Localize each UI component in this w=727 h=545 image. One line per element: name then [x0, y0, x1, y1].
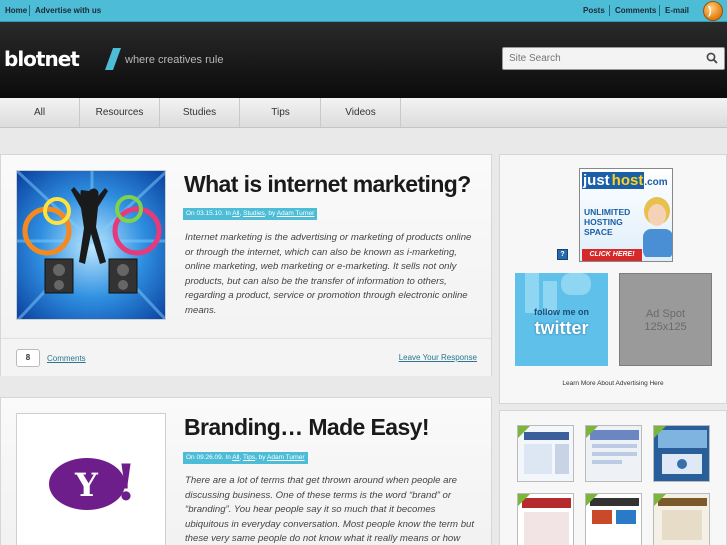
twitter-follow-ad[interactable]: follow me on twitter	[515, 273, 608, 366]
site-header: blotnet where creatives rule	[0, 22, 727, 98]
post-title[interactable]: What is internet marketing?	[184, 171, 471, 198]
meta-category-link[interactable]: Tips	[243, 454, 255, 461]
ad-spot-placeholder[interactable]: Ad Spot 125x125	[619, 273, 712, 366]
divider	[659, 5, 660, 16]
search-box	[502, 47, 725, 70]
meta-author-link[interactable]: Adam Turner	[277, 210, 315, 217]
post-meta: On 03.15.10. In All, Studies, by Adam Tu…	[183, 208, 318, 220]
post-card: Y ! Branding… Made Easy! On 09.26.09. In…	[0, 397, 492, 545]
post-excerpt: Internet marketing is the advertising or…	[185, 232, 472, 316]
leave-response-link[interactable]: Leave Your Response	[399, 353, 477, 362]
post-thumbnail[interactable]: Y !	[16, 413, 166, 545]
email-link[interactable]: E-mail	[665, 6, 689, 15]
nav-item-videos[interactable]: Videos	[321, 98, 401, 127]
rss-icon[interactable]: )	[703, 1, 723, 21]
meta-category-link[interactable]: All	[232, 454, 239, 461]
ad-model-image	[643, 197, 672, 257]
post-card: What is internet marketing? On 03.15.10.…	[0, 154, 492, 376]
twitter-line1: follow me on	[534, 307, 589, 317]
meta-sep: ,	[239, 454, 242, 461]
tagline: where creatives rule	[125, 54, 224, 66]
nav-item-tips[interactable]: Tips	[241, 98, 321, 127]
justhost-ad[interactable]: just host.com UNLIMITED HOSTING SPACE CLI…	[579, 168, 673, 262]
learn-more-ads-link[interactable]: Learn More About Advertising Here	[500, 380, 726, 387]
gallery-thumb[interactable]	[653, 425, 710, 482]
meta-date: On 03.15.10. In	[186, 210, 231, 217]
ad-cta-button[interactable]: CLICK HERE!	[582, 249, 642, 261]
gallery-thumb[interactable]	[517, 493, 574, 545]
divider	[29, 5, 30, 16]
nav-item-resources[interactable]: Resources	[80, 98, 160, 127]
svg-text:Y: Y	[74, 466, 99, 504]
comments-link[interactable]: Comments	[615, 6, 656, 15]
home-link[interactable]: Home	[5, 6, 27, 15]
comment-bar: 8 Comments Leave Your Response	[1, 338, 491, 376]
meta-by: , by	[255, 454, 266, 461]
post-excerpt: There are a lot of terms that get thrown…	[185, 475, 475, 544]
meta-category-link[interactable]: Studies	[243, 210, 265, 217]
search-icon[interactable]	[706, 52, 718, 64]
post-title[interactable]: Branding… Made Easy!	[184, 414, 429, 441]
top-bar: Home Advertise with us Posts Comments E-…	[0, 0, 727, 22]
advertise-link[interactable]: Advertise with us	[35, 6, 101, 15]
category-nav: All Resources Studies Tips Videos	[0, 98, 727, 128]
logo-slash	[104, 48, 122, 70]
post-thumbnail[interactable]	[16, 170, 166, 320]
comments-link[interactable]: Comments	[47, 354, 86, 363]
post-meta: On 09.26.09. In All, Tips, by Adam Turne…	[183, 452, 308, 464]
svg-text:!: !	[115, 453, 137, 512]
meta-author-link[interactable]: Adam Turner	[267, 454, 305, 461]
twitter-wordmark: twitter	[534, 318, 589, 338]
gallery-thumb[interactable]	[585, 493, 642, 545]
meta-date: On 09.26.09. In	[186, 454, 231, 461]
meta-sep: ,	[239, 210, 242, 217]
divider	[609, 5, 610, 16]
gallery-thumb[interactable]	[653, 493, 710, 545]
nav-item-studies[interactable]: Studies	[160, 98, 240, 127]
logo[interactable]: blotnet	[4, 47, 80, 71]
ad-spot-text: Ad Spot 125x125	[644, 308, 687, 333]
search-input[interactable]	[503, 48, 699, 69]
ad-info-icon[interactable]: ?	[557, 249, 568, 260]
meta-category-link[interactable]: All	[232, 210, 239, 217]
gallery-thumb[interactable]	[517, 425, 574, 482]
gallery-thumb[interactable]	[585, 425, 642, 482]
meta-by: , by	[264, 210, 276, 217]
nav-item-all[interactable]: All	[0, 98, 80, 127]
justhost-logo: just host.com	[582, 172, 668, 189]
comment-count-badge[interactable]: 8	[16, 349, 40, 367]
ad-headline: UNLIMITED HOSTING SPACE	[584, 207, 631, 237]
posts-link[interactable]: Posts	[583, 6, 605, 15]
